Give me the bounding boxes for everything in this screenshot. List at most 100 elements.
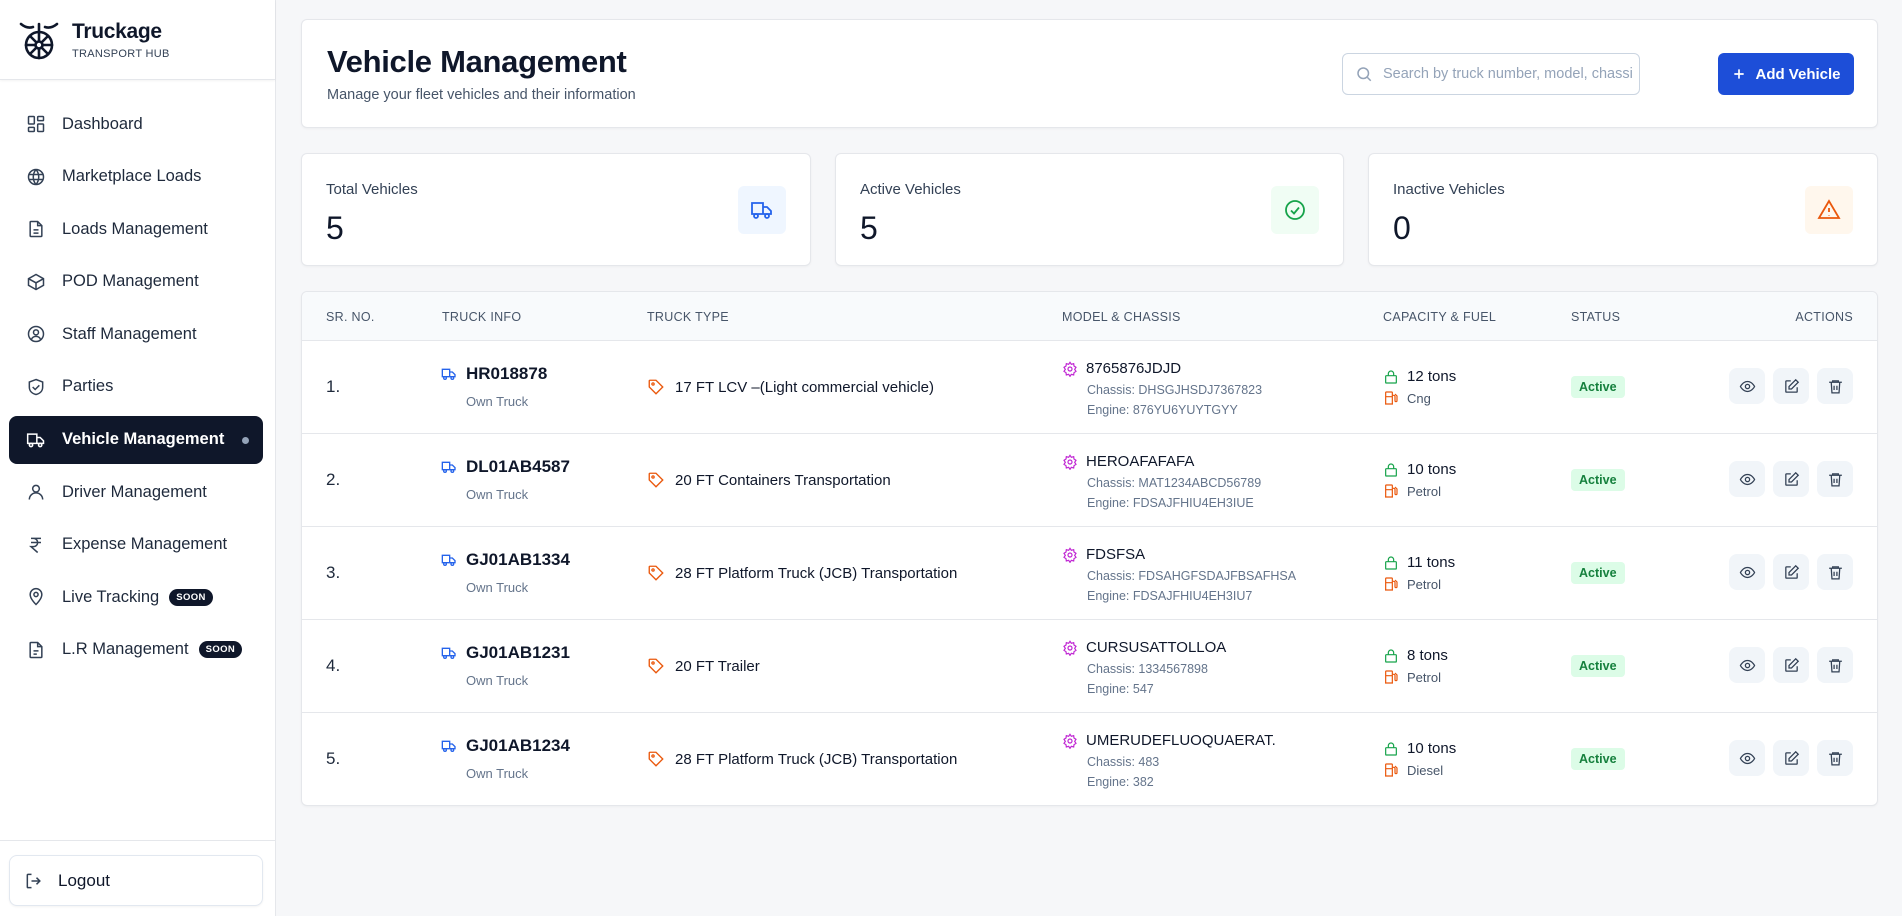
fuel-pump-icon (1385, 391, 1398, 405)
stat-icon-box (738, 186, 786, 234)
table-row: 4. GJ01AB1231 Own Truck 20 FT Trailer CU… (302, 620, 1877, 713)
weight-icon (1385, 741, 1397, 756)
truck-number-text: DL01AB4587 (466, 457, 570, 476)
page-subtitle: Manage your fleet vehicles and their inf… (327, 87, 636, 103)
truck-type-text: 20 FT Trailer (675, 657, 760, 675)
edit-button[interactable] (1773, 554, 1809, 590)
engine-number: Engine: FDSAJFHIU4EH3IU7 (1087, 589, 1253, 603)
delete-button[interactable] (1817, 740, 1853, 776)
stat-label: Inactive Vehicles (1393, 181, 1505, 198)
trash-icon (1828, 472, 1842, 487)
sidebar-item-label: Parties (62, 377, 114, 396)
tag-icon (648, 472, 664, 488)
document-icon (29, 220, 43, 238)
ownership-label: Own Truck (466, 673, 529, 688)
fuel-pump-icon (1385, 577, 1398, 591)
logout-label: Logout (58, 870, 110, 890)
vehicles-table: SR. NO. TRUCK INFO TRUCK TYPE MODEL & CH… (301, 291, 1878, 806)
capacity-text: 11 tons (1407, 554, 1456, 571)
view-button[interactable] (1729, 368, 1765, 404)
search-input[interactable] (1383, 66, 1633, 82)
truck-type-text: 17 FT LCV –(Light commercial vehicle) (675, 378, 934, 396)
rupee-icon (29, 537, 41, 553)
page-title: Vehicle Management (327, 44, 627, 79)
edit-icon (1784, 378, 1799, 393)
fuel-text: Petrol (1407, 483, 1441, 499)
sidebar-item-dashboard[interactable]: Dashboard (9, 100, 263, 148)
column-header: TRUCK INFO (442, 310, 522, 324)
sidebar-item-driver-management[interactable]: Driver Management (9, 468, 263, 516)
sidebar-item-pod-management[interactable]: POD Management (9, 258, 263, 306)
sidebar-item-vehicle-management[interactable]: Vehicle Management (9, 415, 263, 464)
user-icon (28, 484, 44, 500)
sidebar-item-loads-management[interactable]: Loads Management (9, 205, 263, 253)
table-header: SR. NO. TRUCK INFO TRUCK TYPE MODEL & CH… (302, 292, 1877, 341)
edit-button[interactable] (1773, 461, 1809, 497)
dashboard-icon (27, 115, 45, 133)
logout-button[interactable]: Logout (9, 855, 263, 906)
sidebar-item-label: Loads Management (62, 219, 208, 238)
model-name: HEROAFAFAFA (1062, 453, 1194, 470)
sidebar-item-lr-management[interactable]: L.R Management SOON (9, 626, 263, 674)
stat-card-active: Active Vehicles 5 (835, 153, 1344, 266)
plus-icon (1734, 69, 1745, 79)
globe-icon (27, 168, 45, 185)
table-row: 3. GJ01AB1334 Own Truck 28 FT Platform T… (302, 527, 1877, 620)
logout-section: Logout (0, 840, 276, 906)
weight-icon (1385, 555, 1397, 570)
view-button[interactable] (1729, 740, 1765, 776)
truck-type-text: 28 FT Platform Truck (JCB) Transportatio… (675, 564, 958, 582)
chassis-number: Chassis: 483 (1087, 755, 1160, 769)
edit-button[interactable] (1773, 647, 1809, 683)
sidebar-item-label: L.R Management (62, 640, 189, 659)
delete-button[interactable] (1817, 368, 1853, 404)
serial-number: 4. (326, 656, 341, 675)
truck-number: GJ01AB1234 (441, 736, 570, 756)
sidebar-item-label: POD Management (62, 272, 199, 291)
truck-type: 28 FT Platform Truck (JCB) Transportatio… (647, 564, 957, 582)
brand[interactable]: Truckage TRANSPORT HUB (0, 0, 275, 80)
view-button[interactable] (1729, 647, 1765, 683)
trash-icon (1828, 658, 1842, 673)
delete-button[interactable] (1817, 461, 1853, 497)
fuel-type: Petrol (1383, 669, 1441, 685)
view-button[interactable] (1729, 461, 1765, 497)
sidebar-item-marketplace-loads[interactable]: Marketplace Loads (9, 153, 263, 201)
edit-button[interactable] (1773, 740, 1809, 776)
sidebar-item-label: Expense Management (62, 535, 228, 554)
add-vehicle-button[interactable]: Add Vehicle (1718, 53, 1854, 95)
sidebar-item-staff-management[interactable]: Staff Management (9, 310, 263, 358)
trash-icon (1828, 379, 1842, 394)
search-box[interactable] (1342, 53, 1640, 95)
edit-button[interactable] (1773, 368, 1809, 404)
model-text: 8765876JDJD (1086, 360, 1182, 377)
fuel-pump-icon (1385, 484, 1398, 498)
column-header: STATUS (1571, 310, 1621, 324)
capacity: 11 tons (1383, 554, 1455, 571)
fuel-text: Diesel (1407, 762, 1444, 778)
view-button[interactable] (1729, 554, 1765, 590)
truck-number-text: HR018878 (466, 364, 548, 383)
user-circle-icon (27, 326, 45, 343)
sidebar-item-live-tracking[interactable]: Live Tracking SOON (9, 573, 263, 621)
sidebar-item-parties[interactable]: Parties (9, 363, 263, 411)
edit-icon (1784, 564, 1799, 579)
status-badge: Active (1571, 376, 1625, 398)
delete-button[interactable] (1817, 554, 1853, 590)
column-header: TRUCK TYPE (647, 310, 729, 324)
tag-icon (648, 658, 664, 674)
sidebar-item-expense-management[interactable]: Expense Management (9, 521, 263, 569)
warning-icon (1817, 199, 1841, 219)
weight-icon (1385, 369, 1397, 384)
sidebar-item-label: Staff Management (62, 324, 197, 343)
truck-number: GJ01AB1334 (441, 550, 570, 570)
status-badge: Active (1571, 469, 1625, 491)
delete-button[interactable] (1817, 647, 1853, 683)
cog-icon (1063, 453, 1077, 470)
truck-number-text: GJ01AB1231 (466, 643, 570, 662)
truck-icon (441, 647, 456, 659)
truck-number-text: GJ01AB1234 (466, 736, 570, 755)
capacity-text: 10 tons (1407, 461, 1457, 478)
fuel-pump-icon (1385, 763, 1398, 777)
package-icon (27, 273, 45, 291)
